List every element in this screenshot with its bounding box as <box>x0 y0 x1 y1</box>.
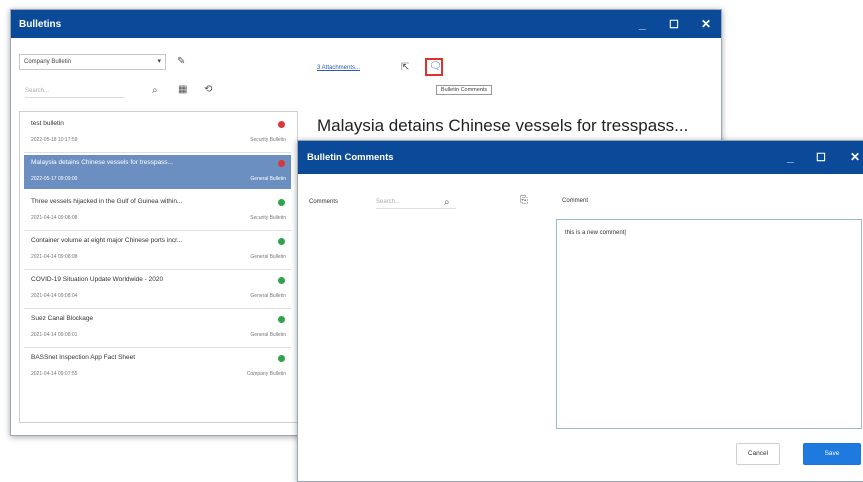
calendar-icon[interactable]: ▦ <box>178 85 187 95</box>
bulletin-type: Company Bulletin <box>246 371 286 377</box>
comments-label: Comments <box>309 199 339 205</box>
bulletin-date: 2021-04-14 09:07:55 <box>31 371 78 377</box>
search-icon[interactable]: ⌕ <box>152 86 158 96</box>
minimize-icon[interactable]: _ <box>787 151 794 163</box>
list-item[interactable]: BASSnet Inspection App Fact Sheet 2021-0… <box>24 350 291 384</box>
pin-icon[interactable]: ✎ <box>177 57 185 67</box>
search-placeholder: Search... <box>376 199 401 205</box>
bulletin-date: 2022-05-17 09:09:00 <box>31 176 78 182</box>
bulletin-date: 2021-04-14 09:08:04 <box>31 293 78 299</box>
status-dot-icon <box>278 160 285 167</box>
bulletin-date: 2021-04-14 09:08:08 <box>31 215 78 221</box>
status-dot-icon <box>278 277 285 284</box>
dialog-titlebar: Bulletin Comments _ ☐ ✕ <box>298 141 863 174</box>
list-item[interactable]: test bulletin 2022-05-18 10:17:59 Securi… <box>24 116 291 150</box>
comment-text: this is a new comment| <box>565 230 626 236</box>
bulletin-type: Security Bulletin <box>250 137 286 143</box>
dialog-title: Bulletin Comments <box>307 152 394 163</box>
bulletin-type-value: Company Bulletin <box>24 59 72 65</box>
cancel-button[interactable]: Cancel <box>736 443 780 465</box>
bulletin-title: BASSnet Inspection App Fact Sheet <box>31 354 136 361</box>
bulletin-type: General Bulletin <box>250 176 286 182</box>
history-icon[interactable]: ⟲ <box>204 85 212 95</box>
close-icon[interactable]: ✕ <box>850 151 860 163</box>
bulletins-titlebar: Bulletins _ ☐ ✕ <box>11 10 721 38</box>
bulletin-search-input[interactable]: Search... <box>25 85 125 98</box>
status-dot-icon <box>278 316 285 323</box>
chevron-down-icon: ▾ <box>157 58 161 65</box>
bulletin-type: General Bulletin <box>250 332 286 338</box>
status-dot-icon <box>278 121 285 128</box>
share-icon[interactable]: ⇱ <box>401 63 409 73</box>
attachments-link[interactable]: 3 Attachments... <box>317 65 360 71</box>
bulletin-comments-dialog: Bulletin Comments _ ☐ ✕ Comments Search.… <box>297 140 863 482</box>
comment-textarea[interactable]: this is a new comment| <box>556 219 862 429</box>
copy-icon[interactable]: ⎘ <box>520 196 528 206</box>
bulletin-type-select[interactable]: Company Bulletin ▾ <box>19 54 166 70</box>
comment-label: Comment <box>562 198 589 204</box>
bulletin-list: test bulletin 2022-05-18 10:17:59 Securi… <box>19 111 298 423</box>
list-item[interactable]: Container volume at eight major Chinese … <box>24 233 291 267</box>
bulletin-type: General Bulletin <box>250 254 286 260</box>
bulletin-title: test bulletin <box>31 120 64 127</box>
bulletin-title: COVID-19 Situation Update Worldwide - 20… <box>31 276 164 283</box>
list-item-selected[interactable]: Malaysia detains Chinese vessels for tre… <box>24 155 291 189</box>
maximize-icon[interactable]: ☐ <box>816 152 826 164</box>
bulletin-type: General Bulletin <box>250 293 286 299</box>
bulletin-date: 2021-04-14 09:08:01 <box>31 332 78 338</box>
comments-tooltip: Bulletin Comments <box>436 85 493 95</box>
list-item[interactable]: COVID-19 Situation Update Worldwide - 20… <box>24 272 291 306</box>
status-dot-icon <box>278 355 285 362</box>
bulletin-date: 2022-05-18 10:17:59 <box>31 137 78 143</box>
bulletin-date: 2021-04-14 09:08:08 <box>31 254 78 260</box>
bulletin-title: Malaysia detains Chinese vessels for tre… <box>31 159 173 166</box>
bulletin-title: Container volume at eight major Chinese … <box>31 237 183 244</box>
maximize-icon[interactable]: ☐ <box>669 19 679 31</box>
bulletin-title: Suez Canal Blockage <box>31 315 94 322</box>
bulletin-title: Three vessels hijacked in the Gulf of Gu… <box>31 198 183 205</box>
bulletin-type: Security Bulletin <box>250 215 286 221</box>
search-placeholder: Search... <box>25 88 50 94</box>
comments-button[interactable]: 🗨 <box>425 58 443 76</box>
comment-icon: 🗨 <box>429 61 442 72</box>
status-dot-icon <box>278 199 285 206</box>
status-dot-icon <box>278 238 285 245</box>
list-item[interactable]: Suez Canal Blockage 2021-04-14 09:08:01 … <box>24 311 291 345</box>
save-button[interactable]: Save <box>803 443 861 465</box>
window-title: Bulletins <box>19 19 62 30</box>
bulletin-headline: Malaysia detains Chinese vessels for tre… <box>317 116 689 135</box>
search-icon[interactable]: ⌕ <box>444 198 450 208</box>
list-item[interactable]: Three vessels hijacked in the Gulf of Gu… <box>24 194 291 228</box>
close-icon[interactable]: ✕ <box>701 18 711 30</box>
minimize-icon[interactable]: _ <box>639 18 646 30</box>
